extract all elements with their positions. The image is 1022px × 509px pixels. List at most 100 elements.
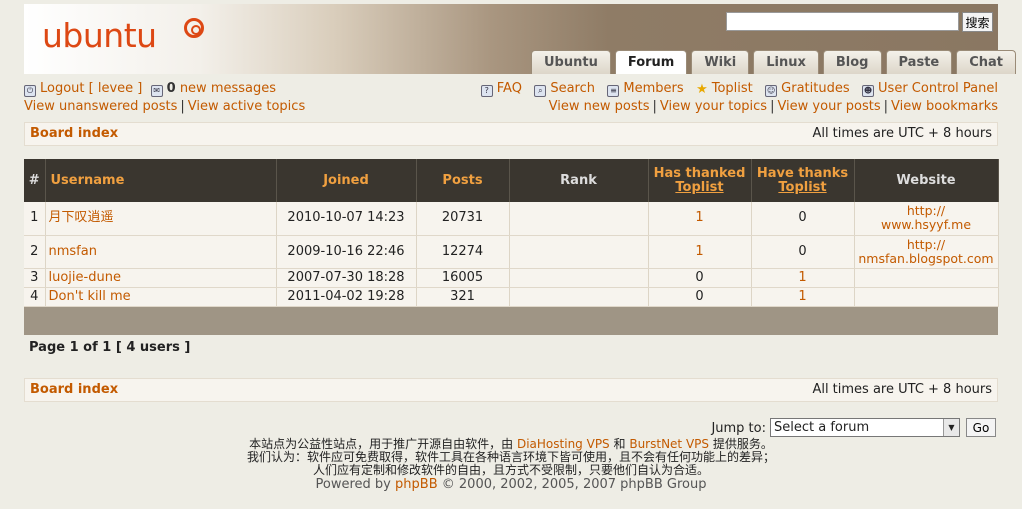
has-thanked-label: Has thanked <box>653 165 746 181</box>
joined-date: 2009-10-16 22:46 <box>276 235 417 269</box>
member-list-table: # Username Joined Posts Rank Has thanked… <box>24 159 999 307</box>
table-row: 1 月下叹逍遥 2010-10-07 14:23 20731 1 0 http:… <box>24 202 999 236</box>
faq-icon: ? <box>480 85 493 97</box>
star-icon: ★ <box>696 82 708 97</box>
ubuntu-logo[interactable]: ubuntu <box>42 16 157 55</box>
tab-paste[interactable]: Paste <box>885 50 953 74</box>
post-count: 321 <box>416 287 510 307</box>
rank <box>509 268 649 288</box>
chevron-down-icon[interactable]: ▼ <box>943 419 959 436</box>
username-link[interactable]: luojie-dune <box>45 268 277 288</box>
table-footer-bar <box>24 307 998 335</box>
board-index-link[interactable]: Board index <box>30 379 118 401</box>
separator: | <box>180 99 185 114</box>
column-posts[interactable]: Posts <box>416 159 510 202</box>
search-icon: ⌕ <box>534 85 547 97</box>
search-input[interactable] <box>726 12 959 31</box>
gratitudes-link[interactable]: Gratitudes <box>781 81 849 96</box>
unanswered-posts-link[interactable]: View unanswered posts <box>24 99 177 114</box>
tab-wiki[interactable]: Wiki <box>691 50 750 74</box>
username-link[interactable]: nmsfan <box>45 235 277 269</box>
phpbb-link[interactable]: phpBB <box>395 477 438 492</box>
bookmarks-link[interactable]: View bookmarks <box>891 99 998 114</box>
nav-tabs: Ubuntu Forum Wiki Linux Blog Paste Chat <box>531 50 1017 74</box>
tab-linux[interactable]: Linux <box>753 50 819 74</box>
website-line-1: http:// <box>906 236 946 252</box>
has-thanked-count[interactable]: 1 <box>648 202 752 236</box>
pagination-info: Page 1 of 1 [ 4 users ] <box>29 340 191 355</box>
ubuntu-circle-of-friends-icon <box>184 18 204 38</box>
go-button[interactable]: Go <box>966 418 996 437</box>
faq-link[interactable]: FAQ <box>497 81 522 96</box>
new-messages-label: new messages <box>179 81 277 96</box>
powered-text: Powered by <box>315 477 391 492</box>
footer-text: 提供服务。 <box>712 437 773 451</box>
table-header-row: # Username Joined Posts Rank Has thanked… <box>24 159 999 202</box>
have-thanks-count[interactable]: 1 <box>751 268 855 288</box>
column-have-thanks[interactable]: Have thanks Toplist <box>751 159 855 202</box>
have-thanks-label: Have thanks <box>756 165 849 181</box>
tab-blog[interactable]: Blog <box>822 50 882 74</box>
forum-select-value: Select a forum <box>774 420 870 435</box>
post-count: 16005 <box>416 268 510 288</box>
have-thanks-toplist-label: Toplist <box>778 179 827 195</box>
rank <box>509 202 649 236</box>
column-username[interactable]: Username <box>45 159 277 202</box>
timezone-label: All times are UTC + 8 hours <box>812 126 992 141</box>
members-link[interactable]: Members <box>623 81 683 96</box>
footer-text: 和 <box>613 437 626 451</box>
has-thanked-count: 0 <box>648 287 752 307</box>
your-posts-link[interactable]: View your posts <box>777 99 880 114</box>
separator: | <box>652 99 657 114</box>
website-line-1: http:// <box>906 203 946 219</box>
forum-select[interactable]: Select a forum ▼ <box>770 418 960 437</box>
separator: | <box>883 99 889 114</box>
breadcrumb-bar-top: Board index All times are UTC + 8 hours <box>24 122 998 146</box>
website-link[interactable]: http://www.hsyyf.me <box>854 202 999 236</box>
username-link[interactable]: Don't kill me <box>45 287 277 307</box>
active-topics-link[interactable]: View active topics <box>188 99 305 114</box>
user-control-panel-icon: ☻ <box>862 85 875 97</box>
tab-ubuntu[interactable]: Ubuntu <box>531 50 611 74</box>
powered-by: Powered by phpBB © 2000, 2002, 2005, 200… <box>0 477 1022 492</box>
your-topics-link[interactable]: View your topics <box>660 99 767 114</box>
separator: | <box>770 99 775 114</box>
joined-date: 2010-10-07 14:23 <box>276 202 417 236</box>
have-thanks-count: 0 <box>751 202 855 236</box>
message-count: 0 <box>166 81 176 96</box>
user-control-panel-link[interactable]: User Control Panel <box>878 81 998 96</box>
joined-date: 2011-04-02 19:28 <box>276 287 417 307</box>
jump-to-label: Jump to: <box>711 421 766 436</box>
post-count: 12274 <box>416 235 510 269</box>
row-number: 4 <box>24 287 46 307</box>
new-messages-link[interactable]: 0 new messages <box>167 81 276 96</box>
logout-link[interactable]: Logout [ levee ] <box>40 81 142 96</box>
burstnet-link[interactable]: BurstNet VPS <box>629 437 709 451</box>
row-number: 2 <box>24 235 46 269</box>
board-index-link[interactable]: Board index <box>30 123 118 145</box>
footer-text: 本站点为公益性站点，用于推广开源自由软件，由 <box>249 437 514 451</box>
username-link[interactable]: 月下叹逍遥 <box>45 202 277 236</box>
gratitudes-icon: ☺ <box>765 85 778 97</box>
joined-date: 2007-07-30 18:28 <box>276 268 417 288</box>
new-posts-link[interactable]: View new posts <box>549 99 650 114</box>
column-has-thanked[interactable]: Has thanked Toplist <box>648 159 752 202</box>
has-thanked-count[interactable]: 1 <box>648 235 752 269</box>
column-rank: Rank <box>509 159 649 202</box>
tab-chat[interactable]: Chat <box>956 50 1017 74</box>
website-line-2: nmsfan.blogspot.com <box>858 250 994 266</box>
toplist-link[interactable]: Toplist <box>712 81 753 96</box>
rank <box>509 235 649 269</box>
column-joined[interactable]: Joined <box>276 159 417 202</box>
private-message-icon: ✉ <box>150 85 163 97</box>
website-line-2: www.hsyyf.me <box>880 217 972 233</box>
website-link[interactable]: http://nmsfan.blogspot.com <box>854 235 999 269</box>
footer-line-3: 人们应有定制和修改软件的自由，且方式不受限制，只要他们自认为合适。 <box>312 463 709 477</box>
search-button[interactable]: 搜索 <box>962 12 993 32</box>
timezone-label: All times are UTC + 8 hours <box>812 382 992 397</box>
post-count: 20731 <box>416 202 510 236</box>
search-link[interactable]: Search <box>550 81 595 96</box>
tab-forum[interactable]: Forum <box>614 50 688 74</box>
have-thanks-count[interactable]: 1 <box>751 287 855 307</box>
diahosting-link[interactable]: DiaHosting VPS <box>517 437 610 451</box>
